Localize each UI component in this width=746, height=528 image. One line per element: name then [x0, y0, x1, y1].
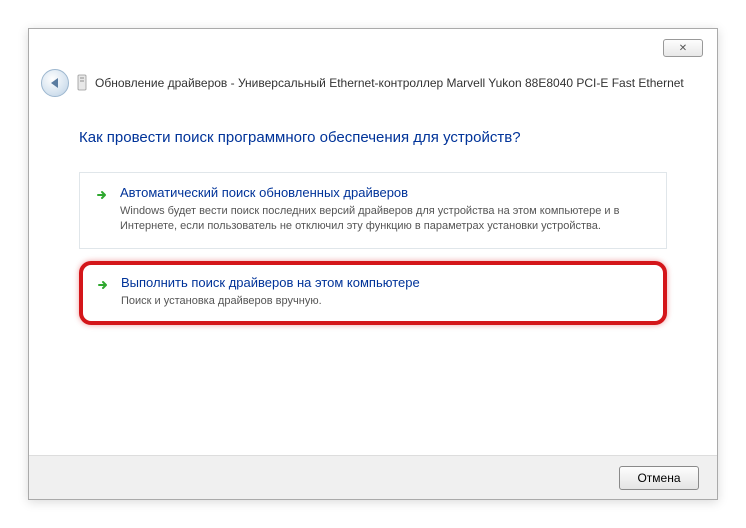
back-button[interactable]	[41, 69, 69, 97]
option-title: Автоматический поиск обновленных драйвер…	[120, 185, 650, 200]
close-icon: ✕	[679, 43, 687, 54]
window-title: Обновление драйверов - Универсальный Eth…	[95, 76, 684, 90]
arrow-right-icon	[97, 278, 111, 297]
dialog-window: ✕ Обновление драйверов - Универсальный E…	[28, 28, 718, 500]
cancel-button[interactable]: Отмена	[619, 466, 699, 490]
close-button[interactable]: ✕	[663, 39, 703, 57]
arrow-left-icon	[51, 78, 58, 88]
device-icon	[75, 74, 89, 92]
option-title: Выполнить поиск драйверов на этом компью…	[121, 275, 649, 290]
option-auto-search[interactable]: Автоматический поиск обновленных драйвер…	[79, 172, 667, 249]
arrow-right-icon	[96, 188, 110, 207]
footer: Отмена	[29, 455, 717, 499]
option-description: Windows будет вести поиск последних верс…	[120, 204, 650, 234]
option-description: Поиск и установка драйверов вручную.	[121, 294, 649, 309]
content-area: Как провести поиск программного обеспече…	[29, 103, 717, 325]
option-browse-computer[interactable]: Выполнить поиск драйверов на этом компью…	[79, 261, 667, 325]
page-heading: Как провести поиск программного обеспече…	[79, 129, 667, 146]
header: Обновление драйверов - Универсальный Eth…	[29, 29, 717, 103]
